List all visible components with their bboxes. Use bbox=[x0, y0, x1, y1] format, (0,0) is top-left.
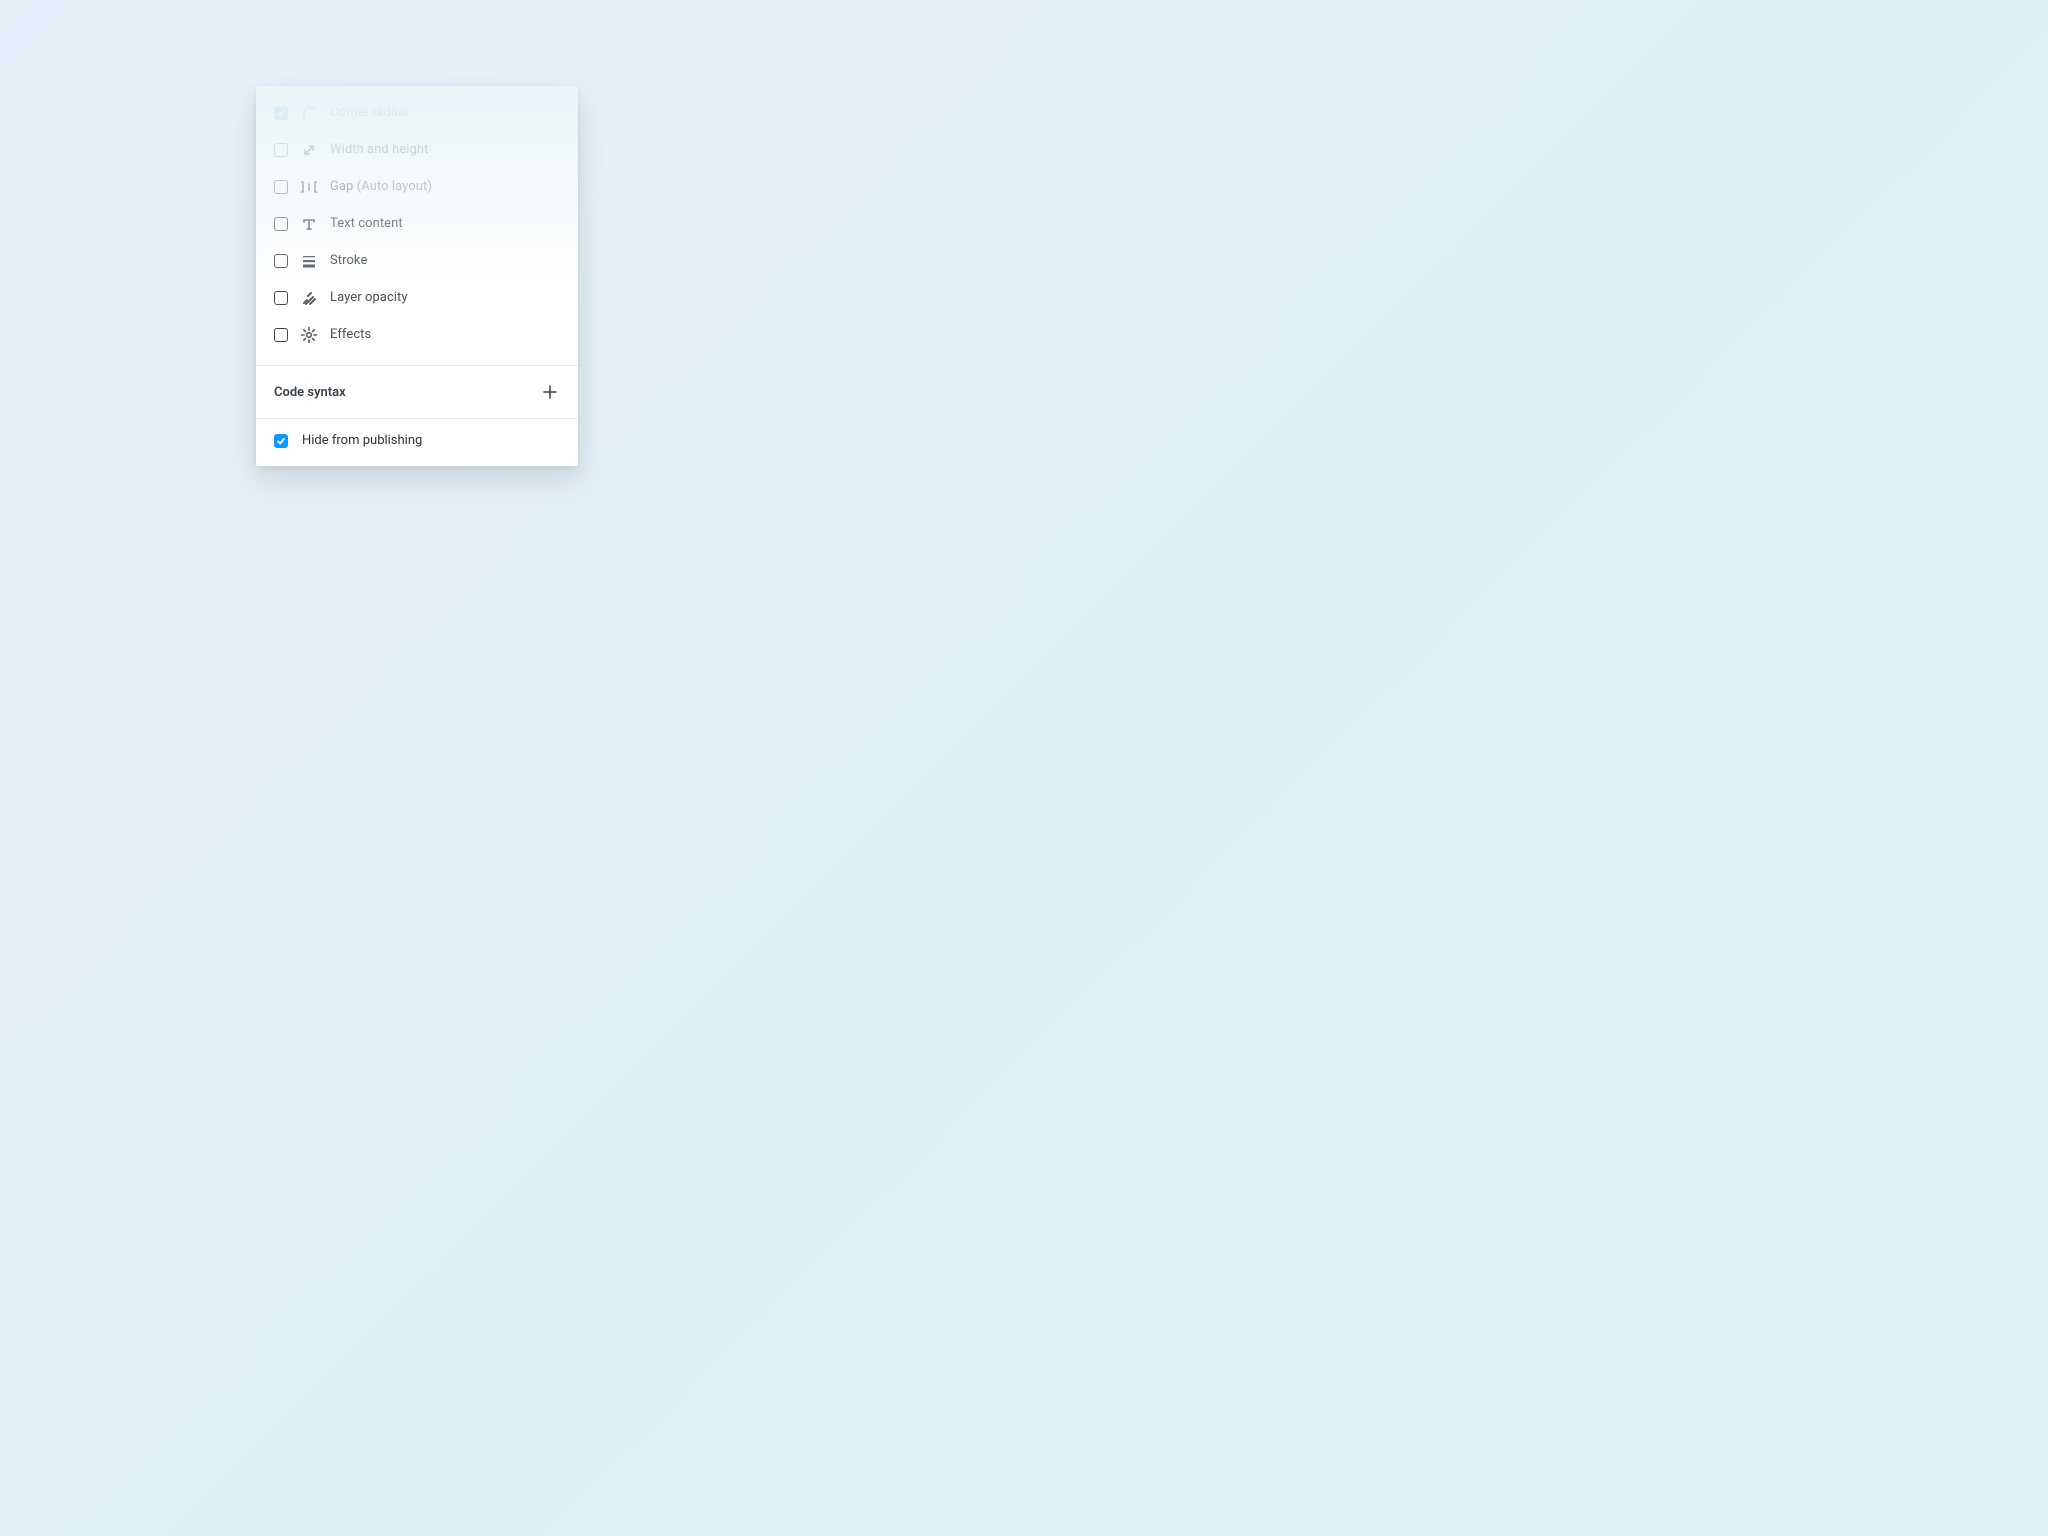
effects-icon bbox=[300, 326, 318, 344]
hide-from-publishing-row[interactable]: Hide from publishing bbox=[256, 419, 578, 466]
stroke-icon bbox=[300, 252, 318, 270]
option-label: Stroke bbox=[330, 253, 367, 268]
add-code-syntax-button[interactable] bbox=[540, 382, 560, 402]
option-label: Layer opacity bbox=[330, 290, 408, 305]
checkbox-opacity[interactable] bbox=[274, 291, 288, 305]
checkbox-corner-radius[interactable] bbox=[274, 106, 288, 120]
checkbox-width-height[interactable] bbox=[274, 143, 288, 157]
checkbox-hide-from-publishing[interactable] bbox=[274, 434, 288, 448]
text-icon bbox=[300, 215, 318, 233]
option-row-gap[interactable]: Gap (Auto layout) bbox=[266, 168, 568, 205]
option-row-corner-radius[interactable]: Corner radius bbox=[266, 94, 568, 131]
option-row-opacity[interactable]: Layer opacity bbox=[266, 279, 568, 316]
option-label: Width and height bbox=[330, 142, 428, 157]
code-syntax-title: Code syntax bbox=[274, 385, 346, 400]
option-label: Text content bbox=[330, 216, 403, 231]
option-label: Effects bbox=[330, 327, 371, 342]
checkbox-stroke[interactable] bbox=[274, 254, 288, 268]
checkbox-text[interactable] bbox=[274, 217, 288, 231]
option-row-text[interactable]: Text content bbox=[266, 205, 568, 242]
checkbox-effects[interactable] bbox=[274, 328, 288, 342]
option-label: Corner radius bbox=[330, 105, 408, 120]
option-row-width-height[interactable]: Width and height bbox=[266, 131, 568, 168]
plus-icon bbox=[543, 385, 557, 399]
gap-icon bbox=[300, 178, 318, 196]
corner-radius-icon bbox=[300, 104, 318, 122]
option-row-stroke[interactable]: Stroke bbox=[266, 242, 568, 279]
options-list: Corner radius Width and height bbox=[256, 86, 578, 365]
opacity-icon bbox=[300, 289, 318, 307]
properties-panel: Corner radius Width and height bbox=[256, 86, 578, 466]
checkbox-gap[interactable] bbox=[274, 180, 288, 194]
option-row-effects[interactable]: Effects bbox=[266, 316, 568, 353]
code-syntax-section[interactable]: Code syntax bbox=[256, 366, 578, 418]
hide-from-publishing-label: Hide from publishing bbox=[302, 433, 422, 448]
option-label: Gap (Auto layout) bbox=[330, 179, 432, 194]
resize-icon bbox=[300, 141, 318, 159]
